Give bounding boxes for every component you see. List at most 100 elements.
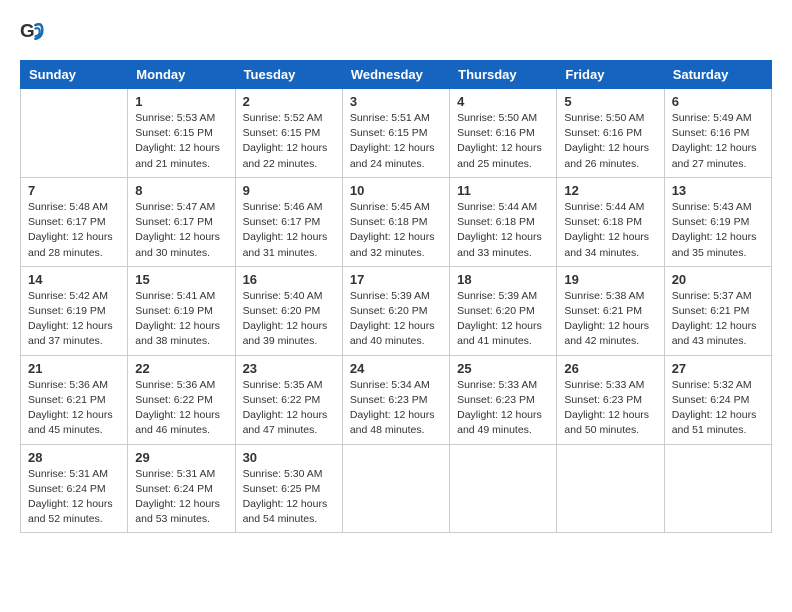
weekday-header-friday: Friday: [557, 61, 664, 89]
day-info: Sunrise: 5:31 AM Sunset: 6:24 PM Dayligh…: [135, 467, 227, 528]
day-info: Sunrise: 5:39 AM Sunset: 6:20 PM Dayligh…: [457, 289, 549, 350]
calendar-cell: 17Sunrise: 5:39 AM Sunset: 6:20 PM Dayli…: [342, 266, 449, 355]
weekday-header-thursday: Thursday: [450, 61, 557, 89]
calendar-table: SundayMondayTuesdayWednesdayThursdayFrid…: [20, 60, 772, 533]
calendar-cell: [557, 444, 664, 533]
calendar-cell: [21, 89, 128, 178]
weekday-header-monday: Monday: [128, 61, 235, 89]
day-number: 10: [350, 183, 442, 198]
day-info: Sunrise: 5:44 AM Sunset: 6:18 PM Dayligh…: [457, 200, 549, 261]
day-number: 22: [135, 361, 227, 376]
logo-icon: G: [20, 20, 44, 44]
calendar-cell: 4Sunrise: 5:50 AM Sunset: 6:16 PM Daylig…: [450, 89, 557, 178]
day-info: Sunrise: 5:40 AM Sunset: 6:20 PM Dayligh…: [243, 289, 335, 350]
calendar-week-3: 14 Sunrise: 5:42 AM Sunset: 6:19 PM Dayli…: [21, 266, 772, 355]
calendar-cell: 13 Sunrise: 5:43 AM Sunset: 6:19 PM Dayli…: [664, 177, 771, 266]
calendar-body: 1 Sunrise: 5:53 AM Sunset: 6:15 PM Daylig…: [21, 89, 772, 533]
day-info: Sunrise: 5:35 AM Sunset: 6:22 PM Dayligh…: [243, 378, 335, 439]
day-info: Sunrise: 5:33 AM Sunset: 6:23 PM Dayligh…: [457, 378, 549, 439]
day-info: Sunrise: 5:50 AM Sunset: 6:16 PM Dayligh…: [564, 111, 656, 172]
calendar-cell: 15 Sunrise: 5:41 AM Sunset: 6:19 PM Dayli…: [128, 266, 235, 355]
day-info: Sunrise: 5:30 AM Sunset: 6:25 PM Dayligh…: [243, 467, 335, 528]
day-number: 6: [672, 94, 764, 109]
calendar-cell: 28 Sunrise: 5:31 AM Sunset: 6:24 PM Dayli…: [21, 444, 128, 533]
day-number: 30: [243, 450, 335, 465]
day-number: 9: [243, 183, 335, 198]
calendar-cell: 1 Sunrise: 5:53 AM Sunset: 6:15 PM Daylig…: [128, 89, 235, 178]
calendar-cell: [664, 444, 771, 533]
day-info: Sunrise: 5:31 AM Sunset: 6:24 PM Dayligh…: [28, 467, 120, 528]
day-number: 5: [564, 94, 656, 109]
calendar-cell: 16 Sunrise: 5:40 AM Sunset: 6:20 PM Dayli…: [235, 266, 342, 355]
calendar-cell: 10 Sunrise: 5:45 AM Sunset: 6:18 PM Dayli…: [342, 177, 449, 266]
calendar-cell: 6 Sunrise: 5:49 AM Sunset: 6:16 PM Daylig…: [664, 89, 771, 178]
day-number: 3: [350, 94, 442, 109]
day-number: 7: [28, 183, 120, 198]
day-info: Sunrise: 5:44 AM Sunset: 6:18 PM Dayligh…: [564, 200, 656, 261]
day-number: 29: [135, 450, 227, 465]
calendar-cell: 27 Sunrise: 5:32 AM Sunset: 6:24 PM Dayli…: [664, 355, 771, 444]
calendar-week-4: 21 Sunrise: 5:36 AM Sunset: 6:21 PM Dayli…: [21, 355, 772, 444]
calendar-cell: 7 Sunrise: 5:48 AM Sunset: 6:17 PM Daylig…: [21, 177, 128, 266]
weekday-header-wednesday: Wednesday: [342, 61, 449, 89]
calendar-week-1: 1 Sunrise: 5:53 AM Sunset: 6:15 PM Daylig…: [21, 89, 772, 178]
calendar-cell: 30 Sunrise: 5:30 AM Sunset: 6:25 PM Dayli…: [235, 444, 342, 533]
calendar-cell: 9Sunrise: 5:46 AM Sunset: 6:17 PM Daylig…: [235, 177, 342, 266]
calendar-cell: 14 Sunrise: 5:42 AM Sunset: 6:19 PM Dayli…: [21, 266, 128, 355]
day-number: 18: [457, 272, 549, 287]
day-info: Sunrise: 5:43 AM Sunset: 6:19 PM Dayligh…: [672, 200, 764, 261]
calendar-cell: 2Sunrise: 5:52 AM Sunset: 6:15 PM Daylig…: [235, 89, 342, 178]
day-info: Sunrise: 5:36 AM Sunset: 6:22 PM Dayligh…: [135, 378, 227, 439]
day-number: 13: [672, 183, 764, 198]
calendar-cell: 22 Sunrise: 5:36 AM Sunset: 6:22 PM Dayli…: [128, 355, 235, 444]
day-info: Sunrise: 5:32 AM Sunset: 6:24 PM Dayligh…: [672, 378, 764, 439]
day-info: Sunrise: 5:49 AM Sunset: 6:16 PM Dayligh…: [672, 111, 764, 172]
day-number: 21: [28, 361, 120, 376]
day-number: 28: [28, 450, 120, 465]
calendar-cell: 12 Sunrise: 5:44 AM Sunset: 6:18 PM Dayli…: [557, 177, 664, 266]
day-info: Sunrise: 5:34 AM Sunset: 6:23 PM Dayligh…: [350, 378, 442, 439]
day-number: 15: [135, 272, 227, 287]
calendar-cell: 8Sunrise: 5:47 AM Sunset: 6:17 PM Daylig…: [128, 177, 235, 266]
day-info: Sunrise: 5:36 AM Sunset: 6:21 PM Dayligh…: [28, 378, 120, 439]
day-info: Sunrise: 5:48 AM Sunset: 6:17 PM Dayligh…: [28, 200, 120, 261]
day-number: 2: [243, 94, 335, 109]
day-info: Sunrise: 5:33 AM Sunset: 6:23 PM Dayligh…: [564, 378, 656, 439]
calendar-week-5: 28 Sunrise: 5:31 AM Sunset: 6:24 PM Dayli…: [21, 444, 772, 533]
day-number: 12: [564, 183, 656, 198]
calendar-cell: 3 Sunrise: 5:51 AM Sunset: 6:15 PM Daylig…: [342, 89, 449, 178]
day-info: Sunrise: 5:51 AM Sunset: 6:15 PM Dayligh…: [350, 111, 442, 172]
day-number: 26: [564, 361, 656, 376]
calendar-cell: 26 Sunrise: 5:33 AM Sunset: 6:23 PM Dayli…: [557, 355, 664, 444]
svg-text:G: G: [20, 20, 35, 41]
calendar-cell: 24 Sunrise: 5:34 AM Sunset: 6:23 PM Dayli…: [342, 355, 449, 444]
calendar-cell: 11 Sunrise: 5:44 AM Sunset: 6:18 PM Dayli…: [450, 177, 557, 266]
day-info: Sunrise: 5:42 AM Sunset: 6:19 PM Dayligh…: [28, 289, 120, 350]
day-number: 1: [135, 94, 227, 109]
day-number: 11: [457, 183, 549, 198]
day-info: Sunrise: 5:50 AM Sunset: 6:16 PM Dayligh…: [457, 111, 549, 172]
day-number: 20: [672, 272, 764, 287]
calendar-cell: [450, 444, 557, 533]
calendar-week-2: 7 Sunrise: 5:48 AM Sunset: 6:17 PM Daylig…: [21, 177, 772, 266]
day-number: 24: [350, 361, 442, 376]
day-number: 25: [457, 361, 549, 376]
day-number: 19: [564, 272, 656, 287]
day-info: Sunrise: 5:53 AM Sunset: 6:15 PM Dayligh…: [135, 111, 227, 172]
day-number: 16: [243, 272, 335, 287]
calendar-header: SundayMondayTuesdayWednesdayThursdayFrid…: [21, 61, 772, 89]
day-number: 23: [243, 361, 335, 376]
day-info: Sunrise: 5:47 AM Sunset: 6:17 PM Dayligh…: [135, 200, 227, 261]
day-info: Sunrise: 5:45 AM Sunset: 6:18 PM Dayligh…: [350, 200, 442, 261]
calendar-cell: 25 Sunrise: 5:33 AM Sunset: 6:23 PM Dayli…: [450, 355, 557, 444]
calendar-cell: 19 Sunrise: 5:38 AM Sunset: 6:21 PM Dayli…: [557, 266, 664, 355]
day-info: Sunrise: 5:39 AM Sunset: 6:20 PM Dayligh…: [350, 289, 442, 350]
calendar-cell: 18 Sunrise: 5:39 AM Sunset: 6:20 PM Dayli…: [450, 266, 557, 355]
day-number: 14: [28, 272, 120, 287]
weekday-row: SundayMondayTuesdayWednesdayThursdayFrid…: [21, 61, 772, 89]
day-info: Sunrise: 5:38 AM Sunset: 6:21 PM Dayligh…: [564, 289, 656, 350]
weekday-header-sunday: Sunday: [21, 61, 128, 89]
day-number: 27: [672, 361, 764, 376]
calendar-cell: 29 Sunrise: 5:31 AM Sunset: 6:24 PM Dayli…: [128, 444, 235, 533]
day-info: Sunrise: 5:41 AM Sunset: 6:19 PM Dayligh…: [135, 289, 227, 350]
